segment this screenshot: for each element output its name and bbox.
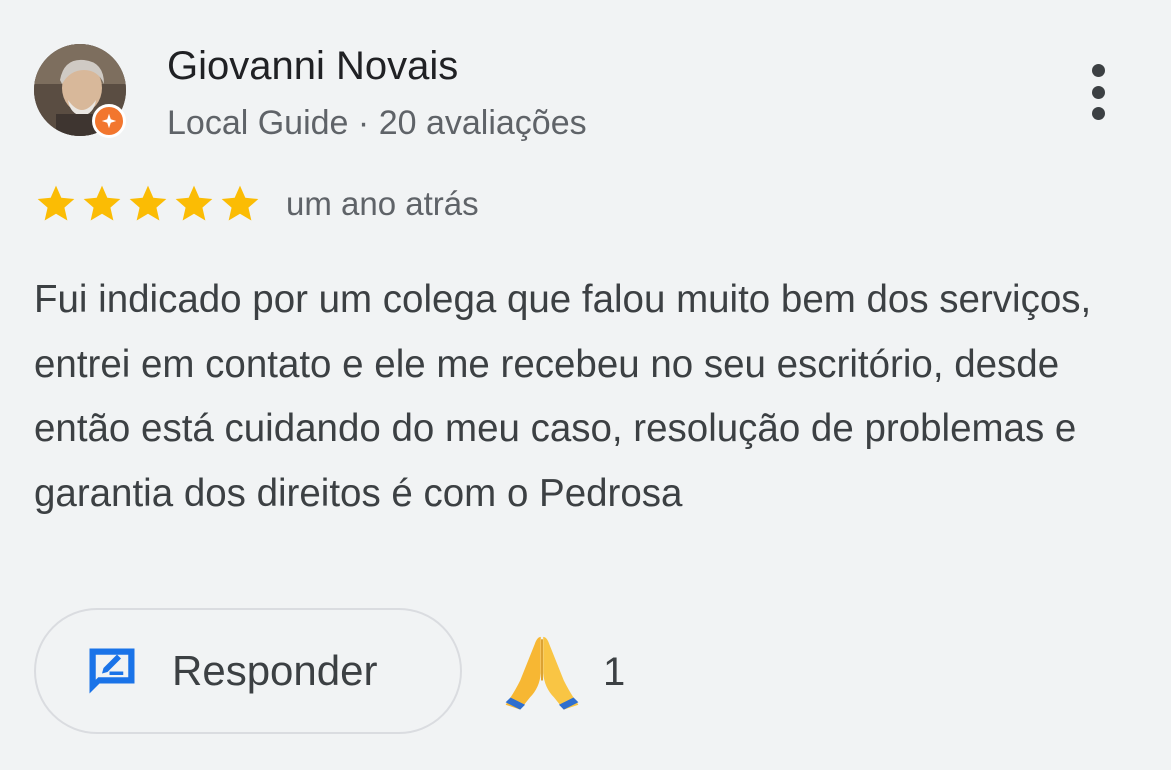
star-icon — [175, 185, 213, 221]
review-card: Giovanni Novais Local Guide · 20 avaliaç… — [0, 0, 1171, 770]
meta-separator: · — [357, 104, 370, 142]
star-icon — [83, 185, 121, 221]
author-name[interactable]: Giovanni Novais — [167, 40, 458, 92]
author-meta: Local Guide · 20 avaliações — [167, 100, 587, 146]
review-text: Fui indicado por um colega que falou mui… — [34, 278, 1092, 515]
reply-edit-icon — [89, 648, 135, 694]
star-icon — [129, 185, 167, 221]
local-guide-label: Local Guide — [167, 104, 349, 142]
reviews-count: 20 avaliações — [378, 104, 587, 142]
reply-button-label: Responder — [172, 647, 378, 694]
reaction-count: 1 — [603, 649, 626, 694]
reply-button[interactable]: Responder — [34, 608, 462, 734]
review-time: um ano atrás — [286, 185, 479, 222]
star-icon — [221, 185, 259, 221]
folded-hands-icon — [505, 636, 579, 710]
more-dot — [1091, 85, 1105, 99]
local-guide-badge-icon — [92, 104, 126, 138]
more-vert-icon[interactable] — [1078, 60, 1118, 124]
more-dot — [1091, 64, 1105, 77]
more-dot — [1091, 107, 1105, 120]
star-icon — [37, 185, 75, 221]
star-rating — [34, 182, 262, 226]
reaction[interactable]: 1 — [503, 632, 625, 712]
